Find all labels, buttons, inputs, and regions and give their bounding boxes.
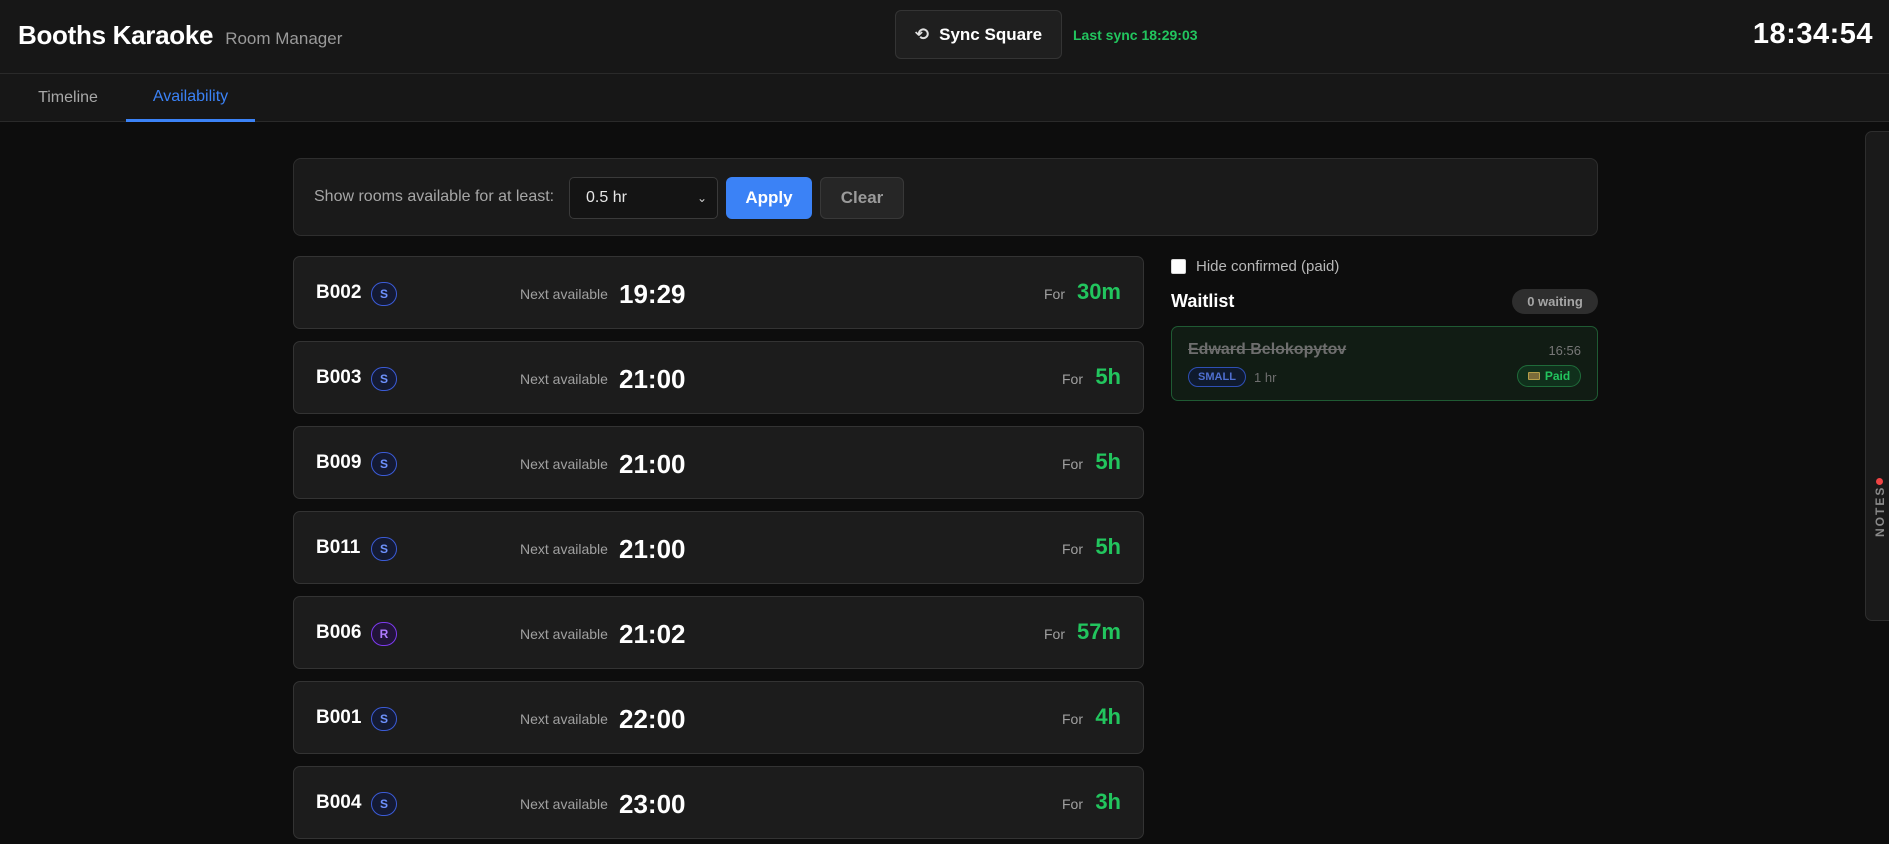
for-label: For (1044, 626, 1065, 642)
room-size-badge: S (371, 707, 397, 731)
next-available-label: Next available (520, 626, 608, 642)
available-duration: 5h (1095, 449, 1121, 474)
room-size-badge: R (371, 622, 397, 646)
next-available-label: Next available (520, 541, 608, 557)
tab-bar: Timeline Availability (0, 74, 1889, 122)
available-duration: 5h (1095, 534, 1121, 559)
sync-square-button[interactable]: ⟲ Sync Square (895, 10, 1062, 59)
cash-icon (1527, 372, 1540, 380)
room-id: B009 (316, 452, 362, 473)
next-available-time: 22:00 (619, 704, 686, 734)
last-sync-status: Last sync 18:29:03 (1073, 27, 1198, 43)
sync-button-label: Sync Square (939, 24, 1043, 44)
min-duration-select[interactable]: 0.5 hr ⌄ (569, 177, 718, 219)
tab-timeline[interactable]: Timeline (18, 74, 118, 122)
hide-confirmed-toggle[interactable]: Hide confirmed (paid) (1171, 258, 1339, 275)
chevron-down-icon: ⌄ (696, 191, 707, 205)
next-available-time: 19:29 (619, 279, 686, 309)
available-duration: 30m (1076, 279, 1121, 304)
clock: 18:34:54 (1752, 18, 1873, 50)
next-available-label: Next available (520, 286, 608, 302)
tab-availability[interactable]: Availability (126, 74, 255, 122)
room-card[interactable]: B006 R Next available 21:02 For 57m (293, 596, 1144, 669)
next-available-label: Next available (520, 796, 608, 812)
waitlist-entry-duration: 1 hr (1254, 370, 1277, 385)
room-card[interactable]: B009 S Next available 21:00 For 5h (293, 426, 1144, 499)
hide-confirmed-label: Hide confirmed (paid) (1196, 258, 1340, 275)
room-list: B002 S Next available 19:29 For 30m B003… (293, 256, 1144, 844)
available-duration: 5h (1095, 364, 1121, 389)
for-label: For (1062, 456, 1083, 472)
min-duration-value: 0.5 hr (586, 189, 627, 206)
for-label: For (1062, 371, 1083, 387)
for-label: For (1044, 286, 1065, 302)
next-available-time: 23:00 (619, 789, 686, 819)
room-id: B006 (316, 622, 362, 643)
room-card[interactable]: B002 S Next available 19:29 For 30m (293, 256, 1144, 329)
room-id: B003 (316, 367, 362, 388)
waitlist-entry-name: Edward Belokopytov (1188, 341, 1347, 358)
next-available-time: 21:00 (619, 364, 686, 394)
for-label: For (1062, 711, 1083, 727)
apply-button[interactable]: Apply (726, 177, 812, 219)
next-available-time: 21:00 (619, 534, 686, 564)
app-subtitle: Room Manager (225, 29, 343, 48)
available-duration: 57m (1076, 619, 1121, 644)
next-available-label: Next available (520, 371, 608, 387)
for-label: For (1062, 541, 1083, 557)
next-available-time: 21:00 (619, 449, 686, 479)
for-label: For (1062, 796, 1083, 812)
room-card[interactable]: B001 S Next available 22:00 For 4h (293, 681, 1144, 754)
brand: Booths Karaoke Room Manager (18, 20, 342, 51)
paid-status-badge: Paid (1517, 365, 1581, 387)
room-id: B001 (316, 707, 362, 728)
next-available-label: Next available (520, 456, 608, 472)
app-title: Booths Karaoke (18, 20, 214, 50)
room-id: B002 (316, 282, 362, 303)
notes-unread-dot (1876, 478, 1883, 485)
waitlist-entry[interactable]: Edward Belokopytov 16:56 SMALL 1 hr Paid (1171, 326, 1598, 401)
notes-drawer-tab[interactable]: NOTES (1865, 131, 1889, 621)
available-duration: 4h (1095, 704, 1121, 729)
filter-label: Show rooms available for at least: (314, 188, 555, 205)
availability-filter: Show rooms available for at least: 0.5 h… (293, 158, 1598, 236)
party-size-badge: SMALL (1188, 367, 1246, 387)
room-size-badge: S (371, 537, 397, 561)
paid-status-label: Paid (1544, 369, 1571, 383)
room-size-badge: S (371, 792, 397, 816)
room-card[interactable]: B011 S Next available 21:00 For 5h (293, 511, 1144, 584)
room-id: B004 (316, 792, 362, 813)
notes-label: NOTES (1873, 485, 1887, 537)
room-card[interactable]: B004 S Next available 23:00 For 3h (293, 766, 1144, 839)
room-size-badge: S (371, 282, 397, 306)
next-available-time: 21:02 (619, 619, 686, 649)
waitlist-entry-time: 16:56 (1548, 343, 1581, 358)
waiting-count-badge: 0 waiting (1512, 289, 1598, 314)
room-size-badge: S (371, 452, 397, 476)
room-id: B011 (316, 537, 361, 558)
room-card[interactable]: B003 S Next available 21:00 For 5h (293, 341, 1144, 414)
room-size-badge: S (371, 367, 397, 391)
waitlist-title: Waitlist (1171, 291, 1235, 311)
clear-button[interactable]: Clear (820, 177, 904, 219)
next-available-label: Next available (520, 711, 608, 727)
available-duration: 3h (1095, 789, 1121, 814)
app-header: Booths Karaoke Room Manager ⟲ Sync Squar… (0, 0, 1889, 74)
sync-icon: ⟲ (914, 24, 930, 44)
hide-confirmed-checkbox[interactable] (1171, 259, 1186, 274)
